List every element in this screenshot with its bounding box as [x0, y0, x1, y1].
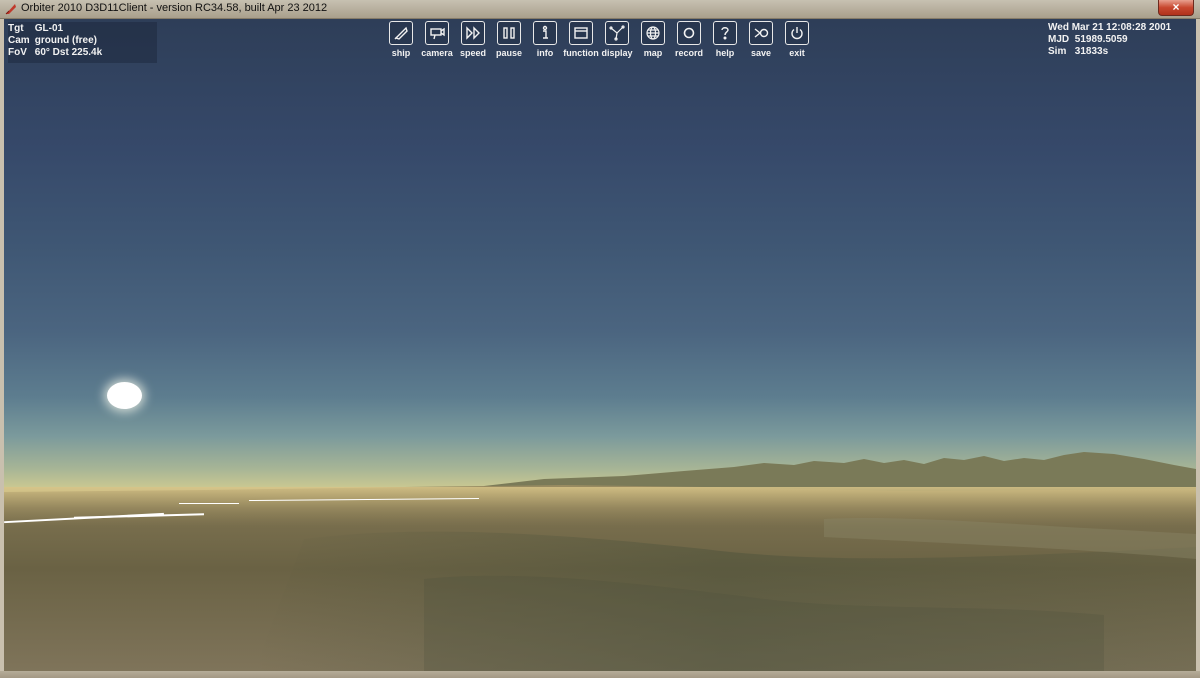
hud-target-row: Tgt GL-01	[8, 23, 64, 34]
window-bottom-border	[0, 671, 1200, 678]
map-button[interactable]: map	[635, 21, 671, 58]
terrain	[4, 452, 1196, 671]
save-icon	[754, 28, 769, 38]
hud-mjd-row: MJD 51989.5059	[1048, 34, 1128, 45]
hud-date: Wed Mar 21 12:08:28 2001	[1048, 22, 1172, 33]
ship-button[interactable]: ship	[383, 21, 419, 58]
info-button[interactable]: info	[527, 21, 563, 58]
orbiter-app-icon	[5, 4, 16, 15]
ship-icon	[394, 26, 408, 40]
simulation-viewport[interactable]	[4, 19, 1196, 671]
camera-button[interactable]: camera	[419, 21, 455, 58]
exit-button[interactable]: exit	[779, 21, 815, 58]
globe-icon	[646, 26, 660, 40]
hud-sim-row: Sim 31833s	[1048, 46, 1109, 57]
info-icon	[542, 25, 548, 39]
pause-icon	[503, 27, 515, 39]
save-button[interactable]: save	[743, 21, 779, 58]
function-button[interactable]: function	[563, 21, 599, 58]
fast-forward-icon	[466, 26, 480, 40]
window-icon	[574, 27, 588, 39]
help-button[interactable]: help	[707, 21, 743, 58]
window-titlebar[interactable]: Orbiter 2010 D3D11Client - version RC34.…	[0, 0, 1200, 19]
pause-button[interactable]: pause	[491, 21, 527, 58]
river-reflection	[179, 503, 239, 504]
display-icon	[609, 25, 625, 41]
hud-target-panel: Tgt GL-01 Cam ground (free) FoV 60° Dst …	[8, 22, 157, 63]
power-icon	[791, 27, 803, 40]
hud-camera-row: Cam ground (free)	[8, 35, 97, 46]
display-button[interactable]: display	[599, 21, 635, 58]
window-title: Orbiter 2010 D3D11Client - version RC34.…	[21, 2, 328, 14]
hud-time-panel: Wed Mar 21 12:08:28 2001 MJD 51989.5059 …	[1048, 22, 1171, 58]
hud-fov-row: FoV 60° Dst 225.4k	[8, 47, 103, 58]
record-button[interactable]: record	[671, 21, 707, 58]
speed-button[interactable]: speed	[455, 21, 491, 58]
record-icon	[683, 27, 695, 39]
close-window-button[interactable]: ×	[1158, 0, 1194, 16]
camera-icon	[430, 27, 445, 40]
help-icon	[721, 27, 729, 40]
